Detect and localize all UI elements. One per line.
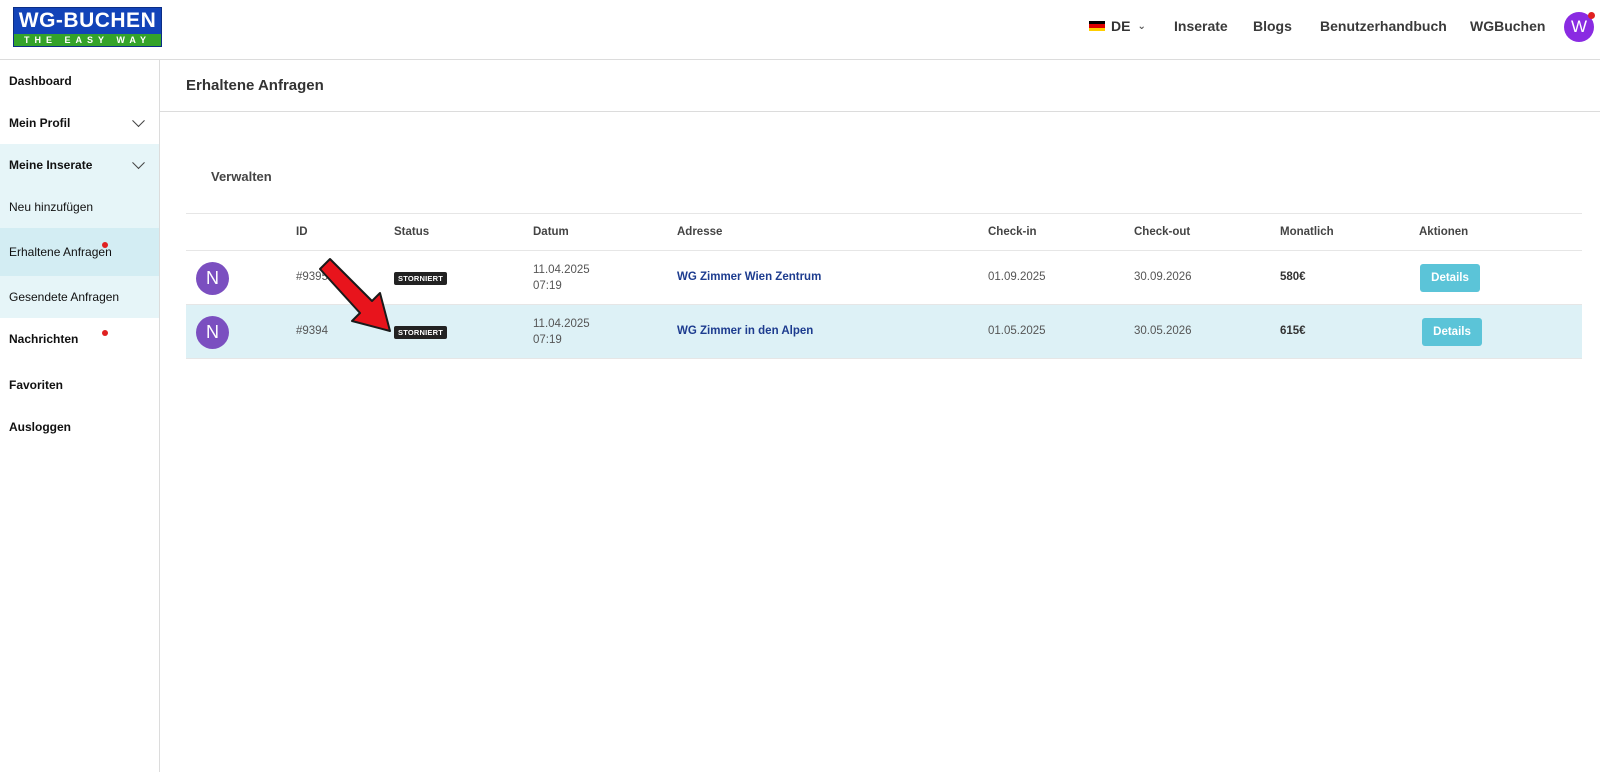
requester-avatar: N <box>196 316 229 349</box>
chevron-down-icon: ⌄ <box>1137 20 1146 32</box>
column-header-status: Status <box>394 226 430 238</box>
sidebar-item-gesendete-anfragen[interactable]: Gesendete Anfragen <box>0 276 159 318</box>
column-header-datum: Datum <box>533 226 569 238</box>
monthly-price: 615€ <box>1280 325 1306 337</box>
sidebar-item-erhaltene-anfragen[interactable]: Erhaltene Anfragen <box>0 228 159 276</box>
request-date: 11.04.2025 07:19 <box>533 262 590 294</box>
column-header-id: ID <box>296 226 308 238</box>
sidebar-item-mein-profil[interactable]: Mein Profil <box>0 102 159 144</box>
address-link[interactable]: WG Zimmer Wien Zentrum <box>677 271 821 283</box>
sidebar-item-meine-inserate[interactable]: Meine Inserate <box>0 144 159 186</box>
column-header-adresse: Adresse <box>677 226 723 238</box>
check-in-date: 01.05.2025 <box>988 325 1046 337</box>
notification-dot <box>1588 12 1595 19</box>
status-badge: STORNIERT <box>394 326 447 339</box>
sidebar-item-label: Gesendete Anfragen <box>9 290 120 304</box>
nav-blogs[interactable]: Blogs <box>1253 18 1292 34</box>
wg-buchen-logo[interactable]: WG-BUCHEN THE EASY WAY <box>13 7 162 47</box>
chevron-down-icon <box>132 156 145 170</box>
nav-inserate[interactable]: Inserate <box>1174 18 1228 34</box>
section-title: Verwalten <box>211 169 272 184</box>
sidebar-item-nachrichten[interactable]: Nachrichten <box>0 318 159 360</box>
sidebar-item-label: Mein Profil <box>9 116 71 130</box>
request-date-time: 07:19 <box>533 334 562 346</box>
column-header-monatlich: Monatlich <box>1280 226 1334 238</box>
sidebar-item-label: Nachrichten <box>9 332 79 346</box>
sidebar-item-favoriten[interactable]: Favoriten <box>0 364 159 406</box>
request-date: 11.04.2025 07:19 <box>533 316 590 348</box>
german-flag-icon <box>1089 20 1105 32</box>
logo-text: WG-BUCHEN <box>14 8 161 34</box>
sidebar-item-label: Erhaltene Anfragen <box>9 245 112 259</box>
top-navbar: WG-BUCHEN THE EASY WAY DE ⌄ Inserate Blo… <box>0 0 1600 60</box>
nav-benutzerhandbuch[interactable]: Benutzerhandbuch <box>1320 18 1447 34</box>
status-badge: STORNIERT <box>394 272 447 285</box>
notification-dot <box>102 330 108 336</box>
sidebar-item-label: Meine Inserate <box>9 158 93 172</box>
column-header-check-out: Check-out <box>1134 226 1191 238</box>
sidebar-item-label: Favoriten <box>9 378 64 392</box>
table-header: ID Status Datum Adresse Check-in Check-o… <box>186 213 1582 251</box>
sidebar-item-neu-hinzufuegen[interactable]: Neu hinzufügen <box>0 186 159 228</box>
request-date-day: 11.04.2025 <box>533 264 590 276</box>
sidebar-item-label: Neu hinzufügen <box>9 200 94 214</box>
language-label: DE <box>1111 18 1131 34</box>
nav-wgbuchen[interactable]: WGBuchen <box>1470 18 1545 34</box>
logo-tagline: THE EASY WAY <box>14 34 161 46</box>
notification-dot <box>102 242 108 248</box>
monthly-price: 580€ <box>1280 271 1306 283</box>
check-in-date: 01.09.2025 <box>988 271 1046 283</box>
column-header-check-in: Check-in <box>988 226 1037 238</box>
language-selector[interactable]: DE ⌄ <box>1089 18 1146 34</box>
check-out-date: 30.09.2026 <box>1134 271 1192 283</box>
sidebar-item-ausloggen[interactable]: Ausloggen <box>0 406 159 448</box>
sidebar-item-label: Ausloggen <box>9 420 71 434</box>
sidebar-item-label: Dashboard <box>9 74 72 88</box>
check-out-date: 30.05.2026 <box>1134 325 1192 337</box>
sidebar: Dashboard Mein Profil Meine Inserate Neu… <box>0 60 160 772</box>
request-date-time: 07:19 <box>533 280 562 292</box>
page-header: Erhaltene Anfragen <box>160 60 1600 112</box>
address-link[interactable]: WG Zimmer in den Alpen <box>677 325 813 337</box>
sidebar-item-dashboard[interactable]: Dashboard <box>0 60 159 102</box>
details-button[interactable]: Details <box>1422 318 1482 346</box>
chevron-down-icon <box>132 114 145 128</box>
requester-avatar: N <box>196 262 229 295</box>
page-title: Erhaltene Anfragen <box>186 77 324 94</box>
column-header-aktionen: Aktionen <box>1419 226 1469 238</box>
request-date-day: 11.04.2025 <box>533 318 590 330</box>
user-initial: W <box>1570 17 1588 36</box>
details-button[interactable]: Details <box>1420 264 1480 292</box>
user-avatar[interactable]: W <box>1564 12 1595 42</box>
annotation-arrow-icon <box>319 258 391 332</box>
